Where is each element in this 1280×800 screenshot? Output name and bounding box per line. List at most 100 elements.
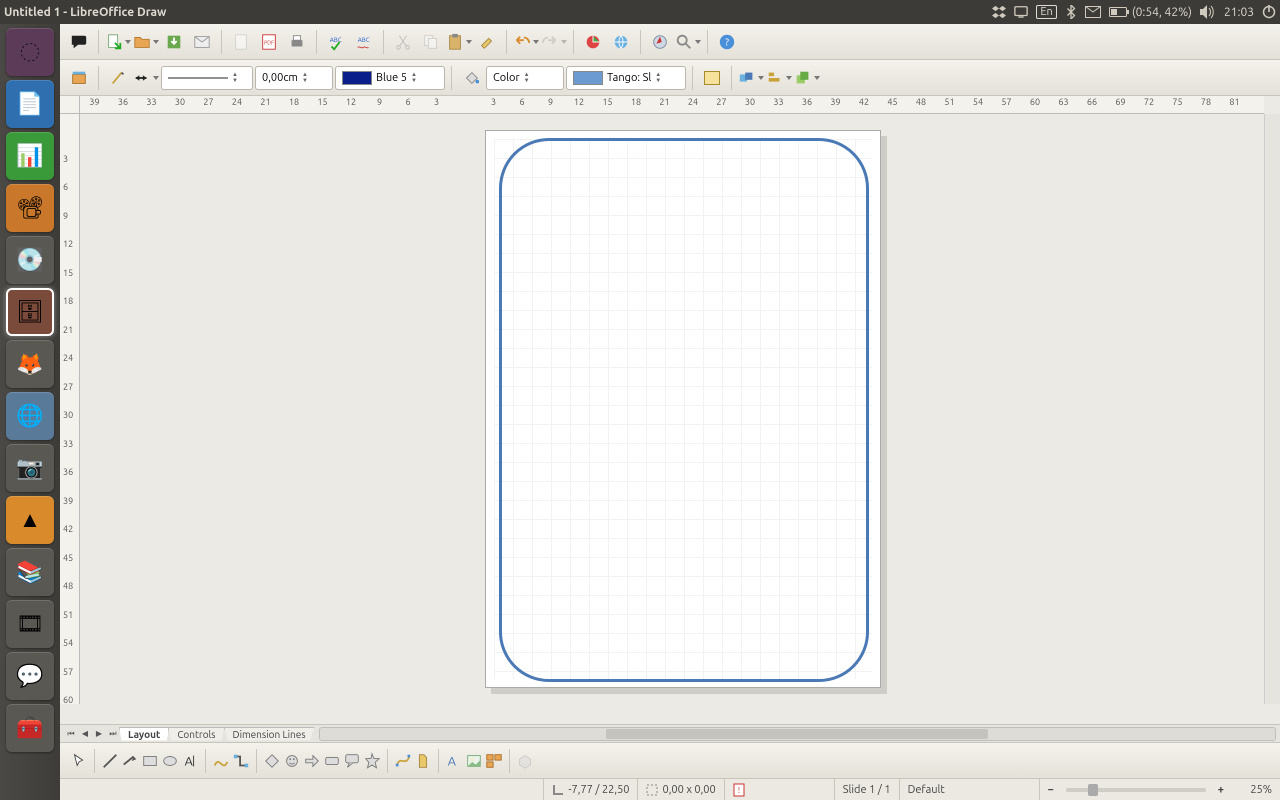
vertical-ruler[interactable]: 3691215182124273033363942454851545760 — [60, 114, 80, 704]
launcher-store[interactable]: 🧰 — [6, 704, 54, 752]
bluetooth-icon[interactable] — [1065, 5, 1077, 19]
symbol-shapes-tool[interactable] — [283, 752, 301, 770]
export-pdf-button[interactable]: PDF — [256, 29, 282, 55]
paint-bucket-button[interactable] — [458, 65, 484, 91]
tab-next-icon[interactable]: ▶ — [92, 727, 106, 741]
chart-button[interactable] — [580, 29, 606, 55]
drawing-canvas[interactable] — [80, 114, 1264, 704]
launcher-chromium[interactable]: 🌐 — [6, 392, 54, 440]
launcher-gimp[interactable]: 🦊 — [6, 340, 54, 388]
launcher-media[interactable]: 🎞 — [6, 600, 54, 648]
spellcheck-button[interactable]: ABC — [323, 29, 349, 55]
vertical-scrollbar[interactable] — [1264, 114, 1280, 704]
area-dialog-button[interactable] — [699, 65, 725, 91]
launcher-files[interactable]: 🗄 — [6, 288, 54, 336]
edit-curves-tool[interactable] — [394, 752, 412, 770]
email-button[interactable] — [189, 29, 215, 55]
horizontal-scrollbar[interactable] — [319, 727, 1276, 741]
launcher-vlc[interactable]: ▲ — [6, 496, 54, 544]
block-arrows-tool[interactable] — [303, 752, 321, 770]
save-button[interactable] — [161, 29, 187, 55]
arrange-button[interactable] — [794, 65, 820, 91]
fill-mode-combo[interactable]: Color ▲▼ — [486, 66, 564, 90]
page[interactable] — [485, 130, 881, 688]
session-icon[interactable] — [1262, 5, 1276, 19]
launcher-pidgin[interactable]: 💬 — [6, 652, 54, 700]
flowchart-tool[interactable] — [323, 752, 341, 770]
line-color-label: Blue 5 — [376, 72, 407, 84]
zoom-button[interactable] — [675, 29, 701, 55]
rectangle-tool[interactable] — [141, 752, 159, 770]
paste-button[interactable] — [446, 29, 472, 55]
fontwork-tool[interactable]: A — [445, 752, 463, 770]
basic-shapes-tool[interactable] — [263, 752, 281, 770]
line-style-combo[interactable]: ▲▼ — [161, 66, 253, 90]
callouts-tool[interactable] — [343, 752, 361, 770]
alignment-button[interactable] — [766, 65, 792, 91]
rounded-rectangle-shape[interactable] — [499, 138, 869, 682]
hyperlink-button[interactable] — [608, 29, 634, 55]
launcher-impress[interactable]: 📽 — [6, 184, 54, 232]
launcher-disk[interactable]: 💽 — [6, 236, 54, 284]
tab-prev-icon[interactable]: ◀ — [78, 727, 92, 741]
gallery-tool[interactable] — [485, 752, 503, 770]
dropbox-icon[interactable] — [992, 5, 1006, 19]
tab-last-icon[interactable]: ⏭ — [106, 727, 120, 741]
line-color-combo[interactable]: Blue 5 ▲▼ — [335, 66, 445, 90]
status-master[interactable]: Default — [900, 779, 1040, 800]
styles-effects-button[interactable] — [738, 65, 764, 91]
edit-points-button[interactable] — [105, 65, 131, 91]
mail-icon[interactable] — [1085, 6, 1101, 18]
keyboard-layout-indicator[interactable]: En — [1036, 5, 1056, 19]
open-button[interactable] — [133, 29, 159, 55]
launcher-camera[interactable]: 📷 — [6, 444, 54, 492]
ruler-corner — [60, 96, 80, 114]
extrusion-tool[interactable] — [516, 752, 534, 770]
format-paintbrush-button[interactable] — [474, 29, 500, 55]
fill-color-combo[interactable]: Tango: Sl ▲▼ — [566, 66, 686, 90]
status-slide[interactable]: Slide 1 / 1 — [835, 779, 900, 800]
status-signature[interactable]: ! — [725, 779, 835, 800]
line-arrow-tool[interactable] — [121, 752, 139, 770]
copy-button[interactable] — [418, 29, 444, 55]
auto-spellcheck-button[interactable]: ABC — [351, 29, 377, 55]
glue-points-tool[interactable] — [414, 752, 432, 770]
ellipse-tool[interactable] — [161, 752, 179, 770]
launcher-calc[interactable]: 📊 — [6, 132, 54, 180]
line-width-combo[interactable]: 0,00cm ▲▼ — [255, 66, 333, 90]
help-button[interactable]: ? — [714, 29, 740, 55]
undo-button[interactable] — [513, 29, 539, 55]
new-chat-icon[interactable] — [66, 29, 92, 55]
tab-first-icon[interactable]: ⏮ — [64, 727, 78, 741]
layer-tab-controls[interactable]: Controls — [168, 727, 224, 741]
horizontal-ruler[interactable]: 3936333027242118151296336912151821242730… — [80, 96, 1264, 114]
layer-tab-layout[interactable]: Layout — [119, 727, 169, 741]
navigator-button[interactable] — [647, 29, 673, 55]
launcher-writer[interactable]: 📄 — [6, 80, 54, 128]
select-tool[interactable] — [70, 752, 88, 770]
redo-button[interactable] — [541, 29, 567, 55]
show-gluepoints-button[interactable] — [66, 65, 92, 91]
svg-text:PDF: PDF — [264, 40, 274, 46]
launcher-dash[interactable]: ◌ — [6, 28, 54, 76]
edit-file-button[interactable] — [228, 29, 254, 55]
battery-indicator[interactable]: (0:54, 42%) — [1109, 6, 1192, 19]
display-icon[interactable] — [1014, 5, 1028, 19]
print-button[interactable] — [284, 29, 310, 55]
layer-tab-dimension-lines[interactable]: Dimension Lines — [224, 727, 315, 741]
text-tool[interactable]: A — [181, 752, 199, 770]
status-zoom[interactable]: − + 25% — [1040, 779, 1280, 800]
stars-tool[interactable] — [363, 752, 381, 770]
zoom-slider[interactable] — [1066, 788, 1206, 792]
from-file-tool[interactable] — [465, 752, 483, 770]
new-doc-button[interactable] — [105, 29, 131, 55]
launcher-books[interactable]: 📚 — [6, 548, 54, 596]
cut-button[interactable] — [390, 29, 416, 55]
volume-icon[interactable] — [1200, 5, 1216, 19]
clock[interactable]: 21:03 — [1224, 6, 1254, 19]
connector-tool[interactable] — [232, 752, 250, 770]
line-tool[interactable] — [101, 752, 119, 770]
arrow-style-button[interactable] — [133, 65, 159, 91]
curve-tool[interactable] — [212, 752, 230, 770]
line-color-swatch — [342, 71, 372, 85]
